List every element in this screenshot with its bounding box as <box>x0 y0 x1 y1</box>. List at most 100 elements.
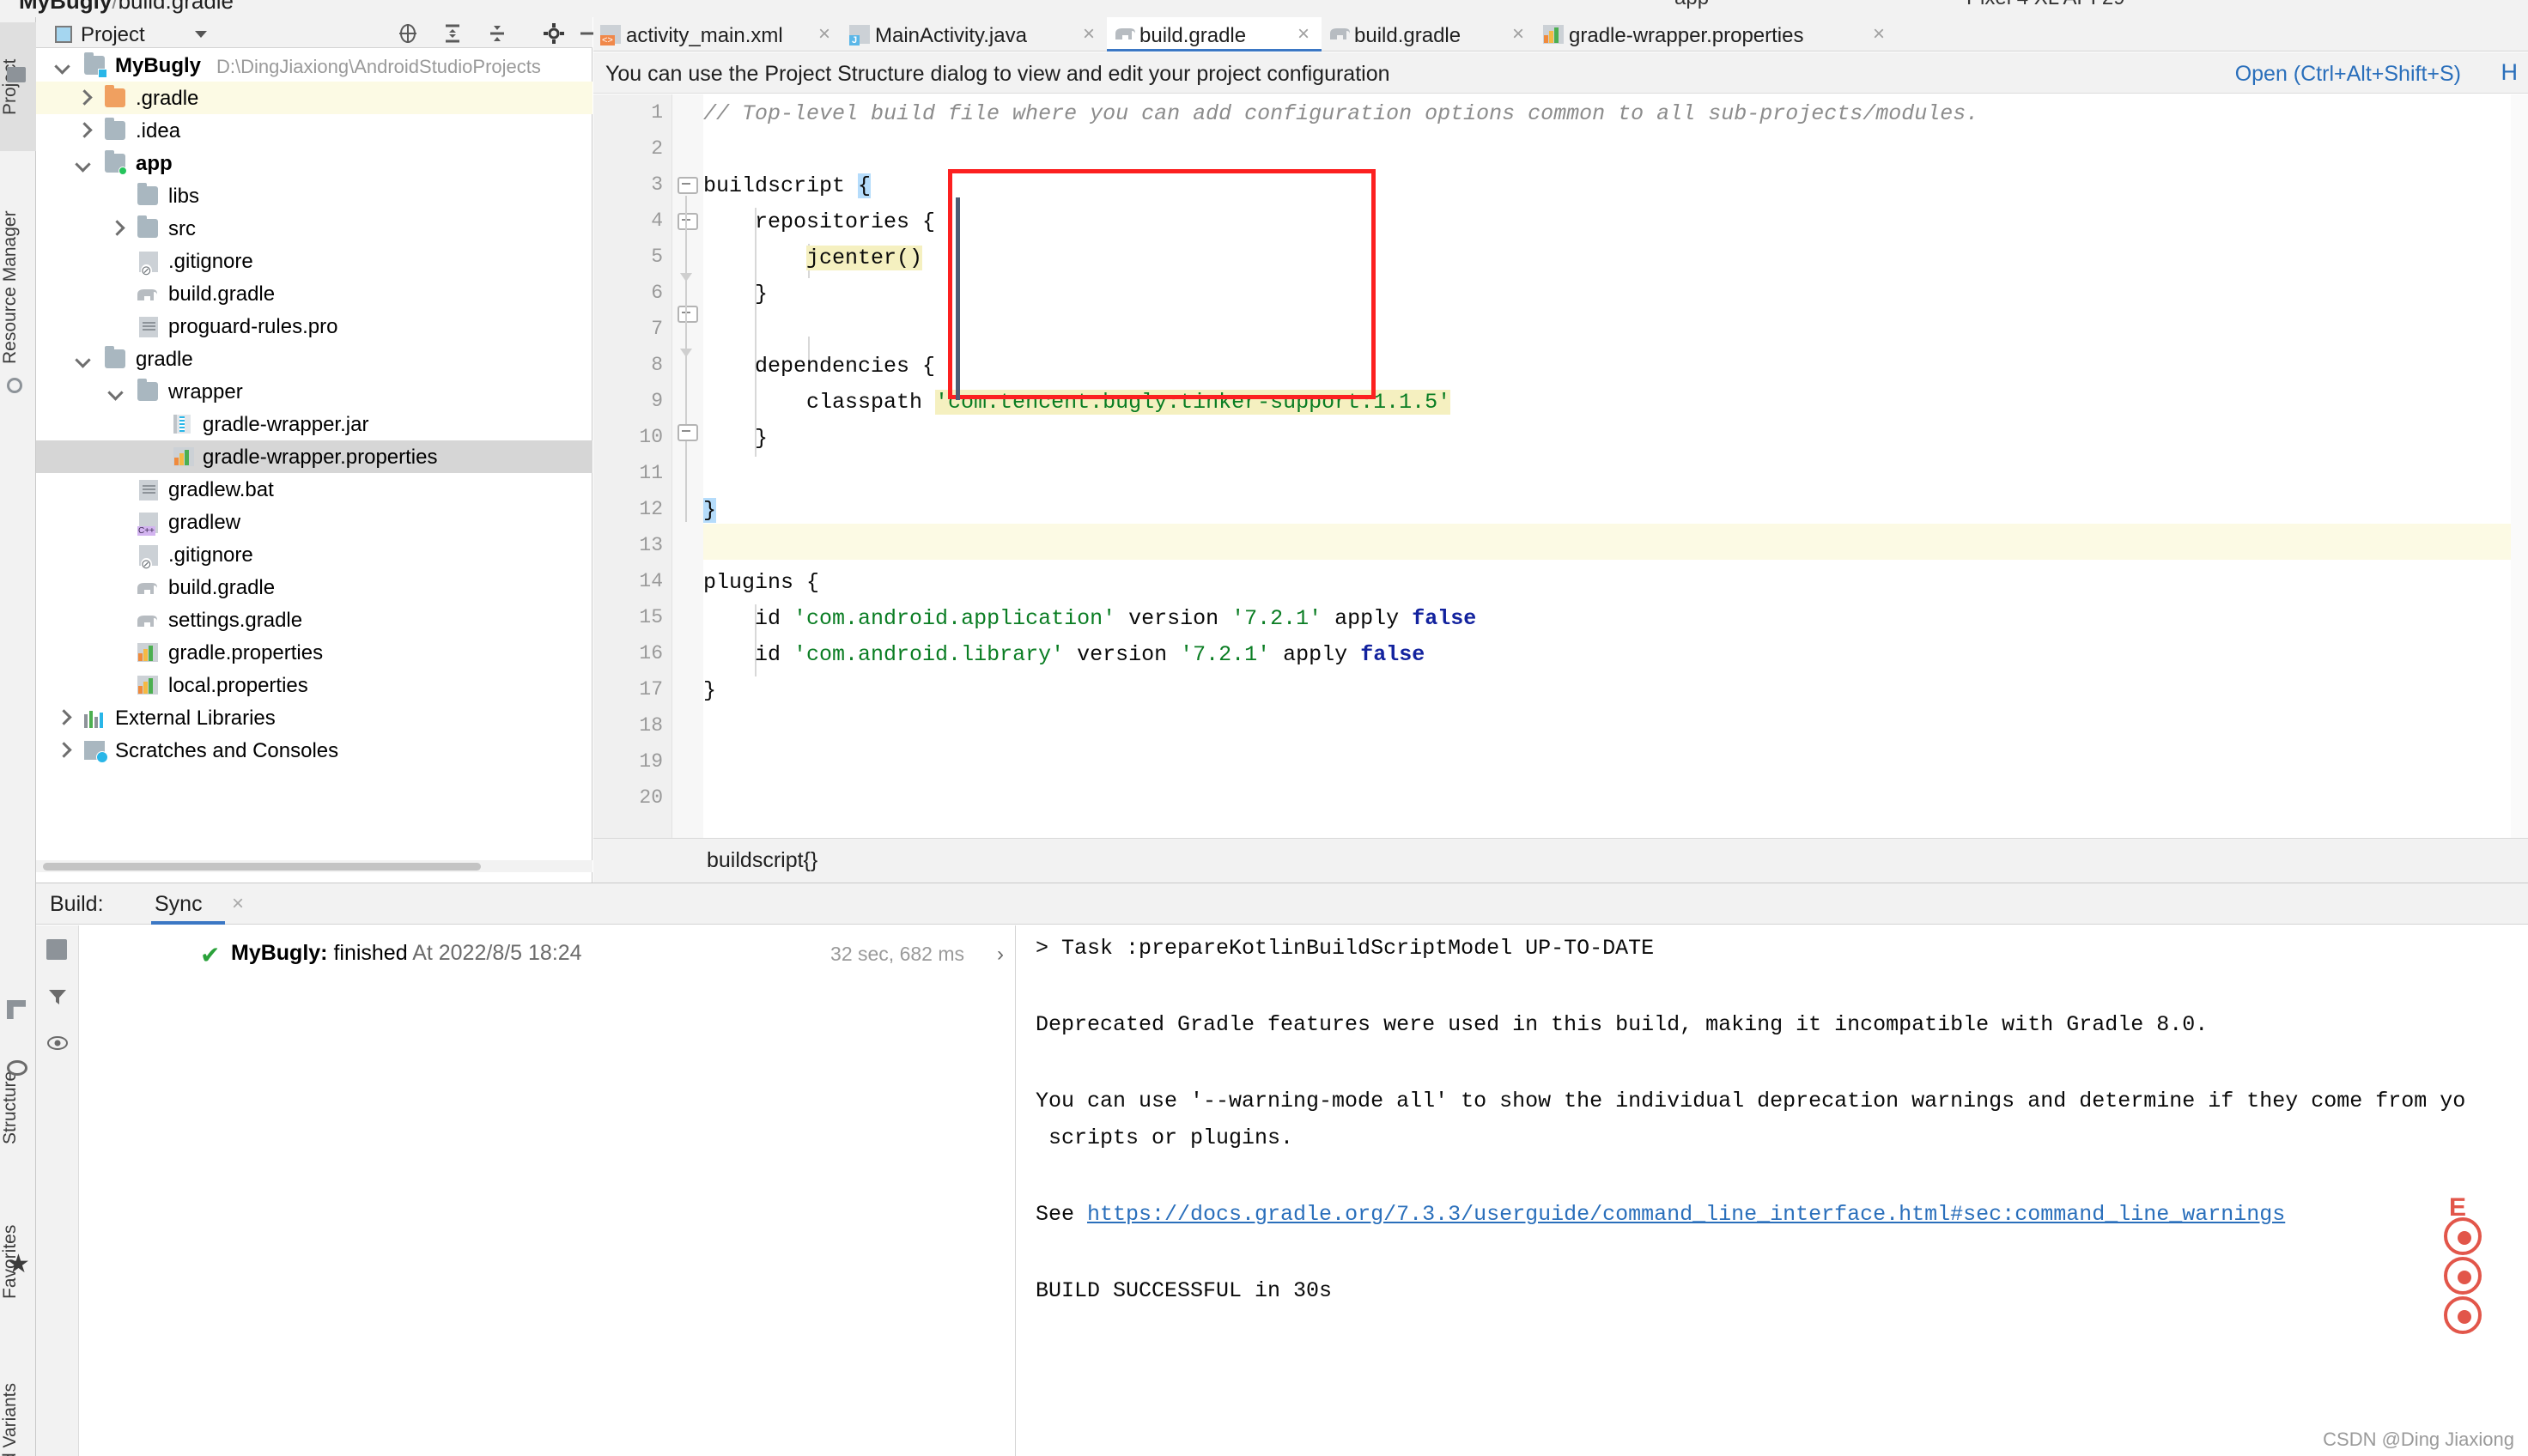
tree-row-gradle-wrapper-properties[interactable]: gradle-wrapper.properties <box>36 440 592 473</box>
close-icon[interactable]: × <box>1873 22 1885 46</box>
build-tab-sync[interactable]: Sync <box>155 892 203 917</box>
tree-row-proguard-rules[interactable]: proguard-rules.pro <box>36 310 592 343</box>
editor-gutter[interactable]: 1 2 3 4 5 6 7 8 9 10 11 12 13 14 15 16 1… <box>593 94 672 838</box>
tree-row-gradle-properties[interactable]: gradle.properties <box>36 636 592 669</box>
chevron-right-icon[interactable] <box>55 710 70 725</box>
code-string: 'com.android.application' <box>793 606 1116 631</box>
fold-toggle-plugins[interactable] <box>678 424 698 443</box>
tree-row-gradle-wrapper-jar[interactable]: gradle-wrapper.jar <box>36 408 592 440</box>
tab-build-gradle-root[interactable]: build.gradle × <box>1107 17 1322 52</box>
build-project-name: MyBugly: <box>231 941 328 965</box>
folder-icon <box>137 215 158 238</box>
java-file-icon <box>849 25 870 46</box>
tree-row-gradle-dir[interactable]: .gradle <box>36 82 592 114</box>
chevron-down-icon[interactable] <box>76 155 91 171</box>
build-panel-toolbar <box>36 925 79 1456</box>
sidebar-item-structure[interactable]: Structure <box>0 1030 36 1185</box>
tab-mainactivity-java[interactable]: MainActivity.java × <box>842 17 1107 52</box>
tree-label: .gitignore <box>168 543 253 567</box>
open-project-structure-link[interactable]: Open (Ctrl+Alt+Shift+S) <box>2235 62 2461 87</box>
close-icon[interactable]: × <box>1297 22 1310 46</box>
tree-row-root-build-gradle[interactable]: build.gradle <box>36 571 592 604</box>
build-output-log[interactable]: > Task :prepareKotlinBuildScriptModel UP… <box>1017 925 2528 1456</box>
sidebar-item-resource-manager[interactable]: Resource Manager <box>0 172 36 403</box>
fold-toggle-dependencies[interactable] <box>678 306 698 325</box>
code-editor[interactable]: // Top-level build file where you can ad… <box>703 94 2528 838</box>
build-result-row[interactable]: ✔ MyBugly: finished At 2022/8/5 18:24 32… <box>80 932 1016 968</box>
tree-row-root-gitignore[interactable]: .gitignore <box>36 538 592 571</box>
close-icon[interactable]: × <box>1512 22 1524 46</box>
tab-activity-main-xml[interactable]: activity_main.xml × <box>593 17 842 52</box>
sidebar-item-build-variants[interactable]: Build Variants <box>0 1348 36 1456</box>
tree-row-gradlew[interactable]: gradlew <box>36 506 592 538</box>
chevron-down-icon[interactable] <box>195 31 207 38</box>
tab-label: activity_main.xml <box>626 24 783 47</box>
sidebar-item-resource-manager-label: Resource Manager <box>0 210 20 365</box>
tree-row-wrapper[interactable]: wrapper <box>36 375 592 408</box>
tree-row-libs[interactable]: libs <box>36 179 592 212</box>
chevron-down-icon[interactable] <box>76 351 91 367</box>
tree-row-src[interactable]: src <box>36 212 592 245</box>
project-tree[interactable]: MyBugly D:\DingJiaxiong\AndroidStudioPro… <box>36 49 592 856</box>
device-selector[interactable]: Pixel 4 XL API 29 <box>1966 0 2125 10</box>
build-results-tree[interactable]: ✔ MyBugly: finished At 2022/8/5 18:24 32… <box>80 925 1016 1456</box>
code-string-highlighted: 'com.tencent.bugly:tinker-support:1.1.5' <box>935 390 1451 415</box>
breadcrumb-file[interactable]: build.gradle <box>118 0 234 14</box>
project-view-icon <box>55 26 72 43</box>
tree-row-gradlew-bat[interactable]: gradlew.bat <box>36 473 592 506</box>
tree-row-scratches-and-consoles[interactable]: Scratches and Consoles <box>36 734 592 767</box>
pin-icon[interactable] <box>46 939 67 960</box>
code-text: apply <box>1270 642 1361 667</box>
fold-toggle-repositories[interactable] <box>678 213 698 232</box>
collapse-all-icon[interactable] <box>486 22 508 45</box>
eye-icon[interactable] <box>7 1060 27 1076</box>
expand-all-icon[interactable] <box>441 22 464 45</box>
tree-row-idea[interactable]: .idea <box>36 114 592 147</box>
editor-status-breadcrumb-bar: buildscript{} <box>593 838 2528 883</box>
gear-icon[interactable] <box>543 22 565 45</box>
properties-file-icon <box>137 676 158 695</box>
chevron-right-icon[interactable] <box>108 221 124 236</box>
filter-icon[interactable] <box>46 986 69 1008</box>
line-number: 17 <box>639 678 663 701</box>
tree-row-app-gitignore[interactable]: .gitignore <box>36 245 592 277</box>
close-icon[interactable]: × <box>232 892 244 916</box>
tree-row-gradle[interactable]: gradle <box>36 343 592 375</box>
gradle-docs-link[interactable]: https://docs.gradle.org/7.3.3/userguide/… <box>1087 1202 2285 1227</box>
tab-build-gradle-app[interactable]: build.gradle × <box>1322 17 1536 52</box>
hide-notification-button[interactable]: H <box>2501 59 2519 86</box>
eye-icon[interactable] <box>46 1032 69 1054</box>
fold-toggle-buildscript[interactable] <box>678 177 698 196</box>
tab-gradle-wrapper-properties[interactable]: gradle-wrapper.properties × <box>1536 17 1897 52</box>
status-breadcrumb[interactable]: buildscript{} <box>707 848 817 873</box>
close-icon[interactable]: × <box>818 22 830 46</box>
code-line-3: buildscript { <box>703 173 872 198</box>
project-panel-hscrollbar[interactable] <box>36 860 592 872</box>
chevron-down-icon[interactable] <box>55 58 70 73</box>
tree-row-external-libraries[interactable]: External Libraries <box>36 701 592 734</box>
code-line-14: plugins { <box>703 570 819 595</box>
chevron-right-icon[interactable]: › <box>997 943 1004 967</box>
chevron-right-icon[interactable] <box>55 743 70 758</box>
chevron-right-icon[interactable] <box>76 123 91 138</box>
project-panel-header: Project <box>36 17 596 48</box>
editor-vertical-scrollbar[interactable] <box>2511 94 2528 838</box>
breadcrumb: MyBugly/build.gradle <box>19 0 234 15</box>
breadcrumb-project[interactable]: MyBugly <box>19 0 112 14</box>
sidebar-item-project[interactable]: Project <box>0 22 36 151</box>
run-config-selector[interactable]: app <box>1674 0 1709 10</box>
tree-row-settings-gradle[interactable]: settings.gradle <box>36 604 592 636</box>
tree-row-app-build-gradle[interactable]: build.gradle <box>36 277 592 310</box>
resource-manager-icon <box>7 378 22 393</box>
chevron-right-icon[interactable] <box>76 90 91 106</box>
chevron-down-icon[interactable] <box>108 384 124 399</box>
line-number: 3 <box>651 173 663 196</box>
tree-row-local-properties[interactable]: local.properties <box>36 669 592 701</box>
tree-row-app[interactable]: app <box>36 147 592 179</box>
close-icon[interactable]: × <box>1083 22 1095 46</box>
code-highlighted-call: jcenter() <box>806 246 923 270</box>
line-number: 14 <box>639 570 663 592</box>
editor-fold-column[interactable] <box>672 94 703 838</box>
target-icon[interactable] <box>397 22 419 45</box>
tree-row-mybugly[interactable]: MyBugly D:\DingJiaxiong\AndroidStudioPro… <box>36 49 592 82</box>
